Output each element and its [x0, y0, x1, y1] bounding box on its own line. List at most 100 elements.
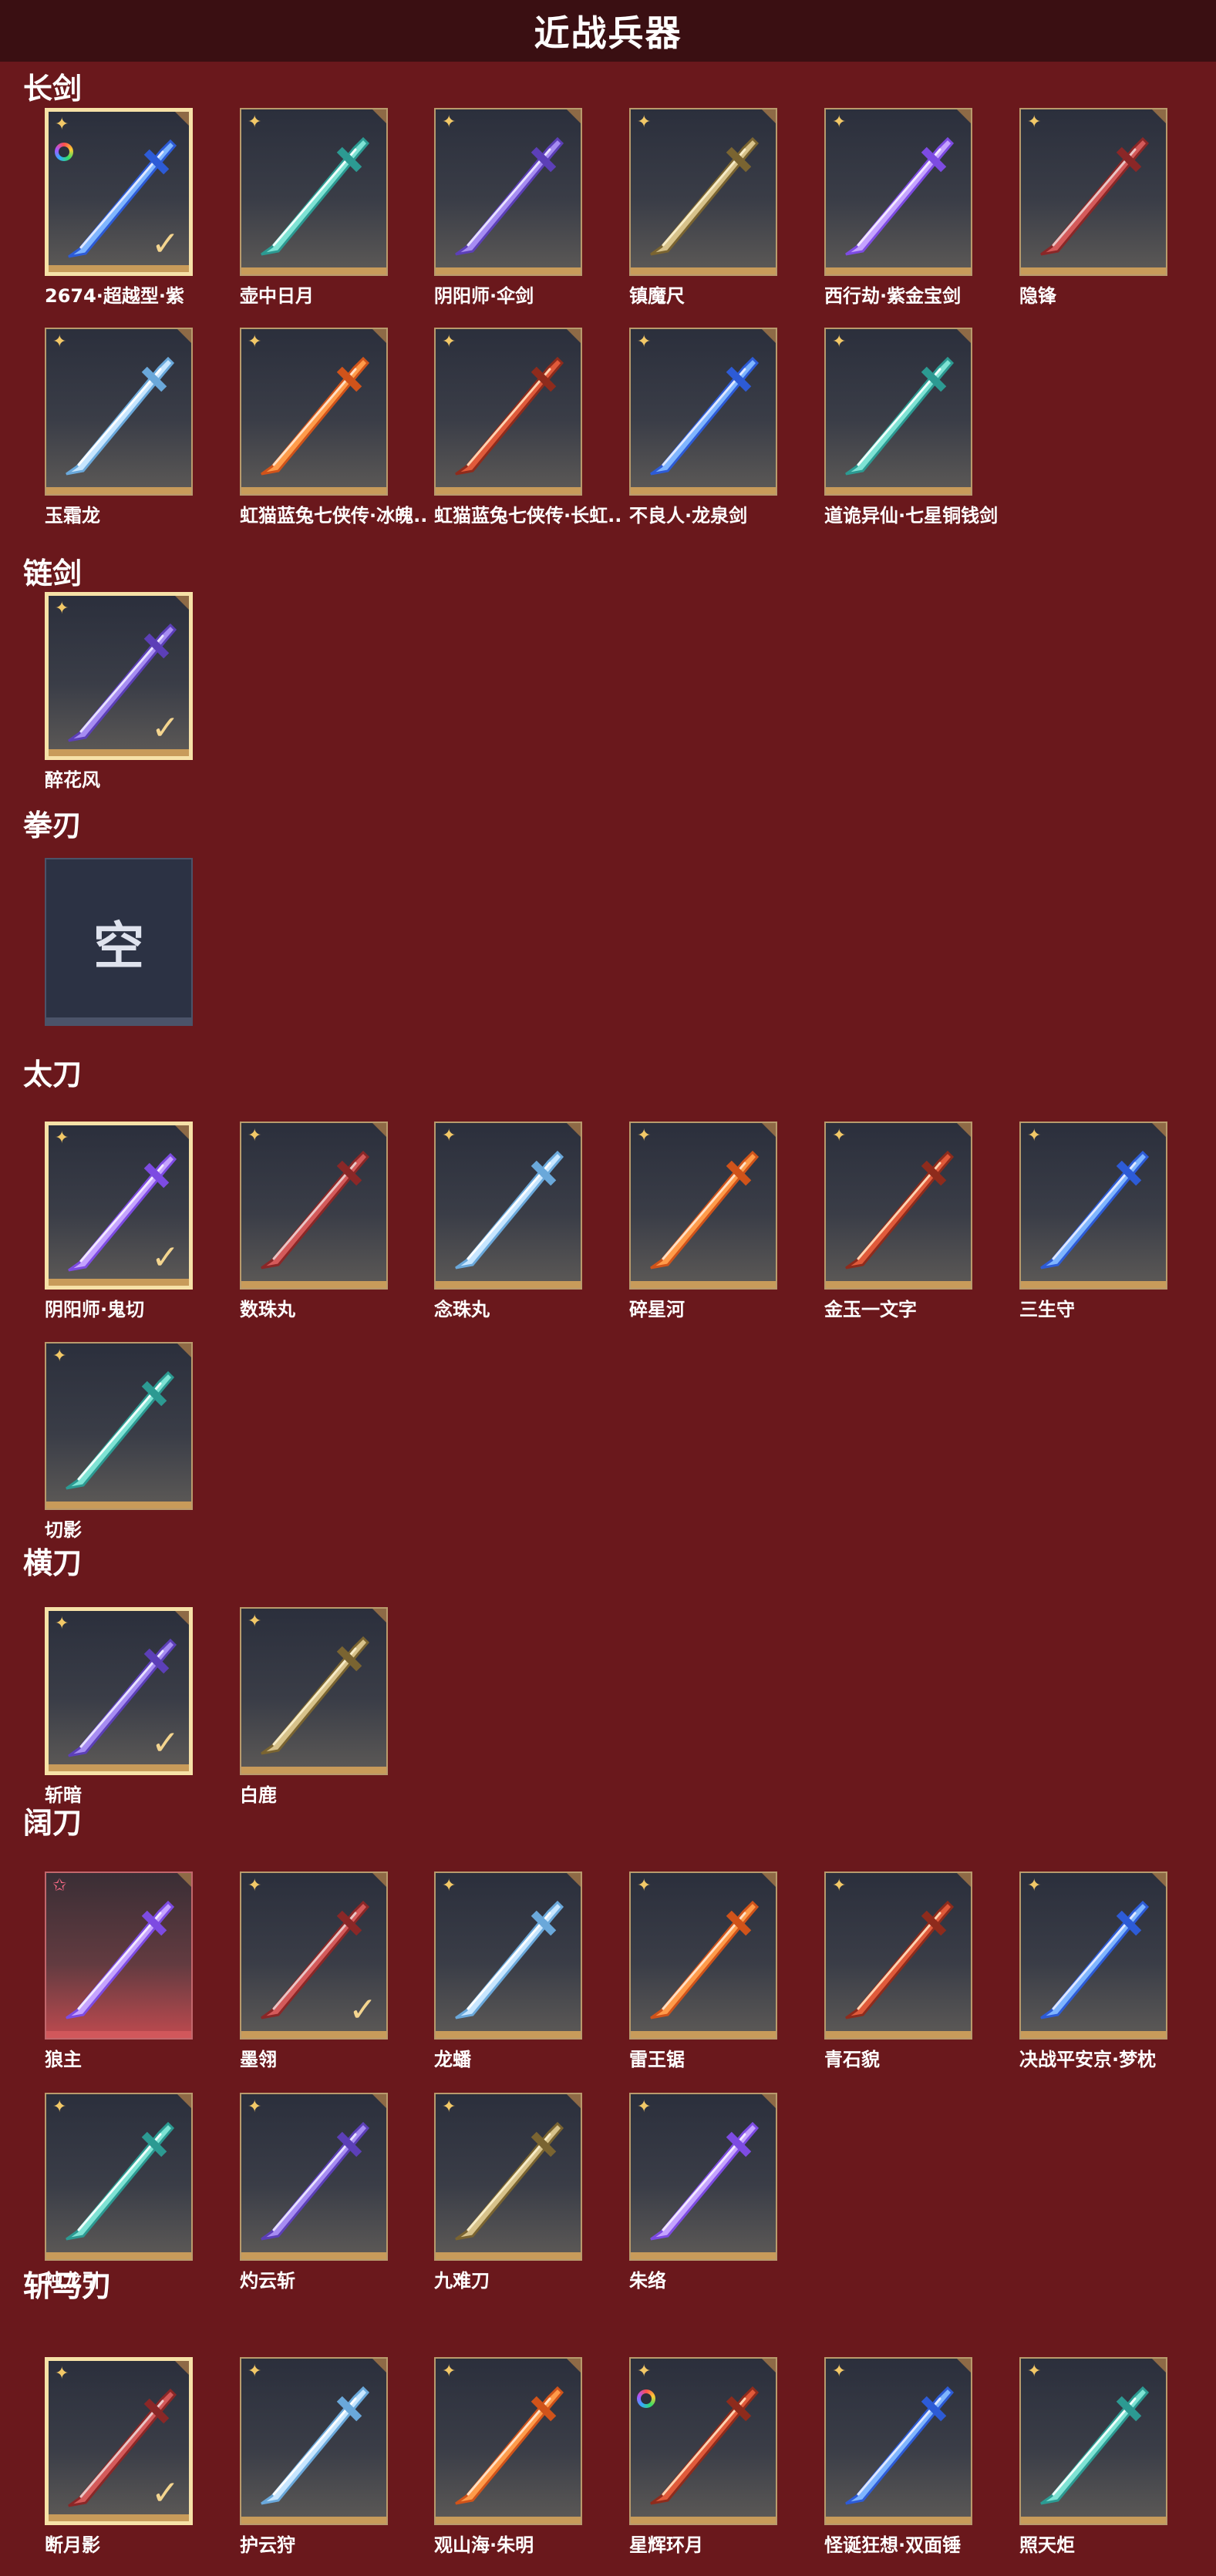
weapon-tile[interactable]: ✦	[629, 328, 777, 496]
weapon-tile[interactable]: ✦	[629, 108, 777, 276]
weapon-image	[650, 1900, 760, 2019]
corner-tab-icon	[1150, 109, 1166, 125]
star-badge-icon: ✦	[637, 332, 652, 351]
weapon-tile[interactable]: ✦	[434, 2093, 582, 2261]
weapon-card[interactable]: ✦ 阴阳师·伞剑	[434, 108, 582, 307]
weapon-name: 镇魔尺	[629, 285, 685, 307]
weapon-card[interactable]: ✦ 念珠丸	[434, 1122, 582, 1320]
weapon-tile[interactable]: ✦	[434, 1122, 582, 1290]
weapon-card[interactable]: ✦ ✓ 墨翎	[240, 1871, 388, 2070]
weapon-card[interactable]: ✦ 壶中日月	[240, 108, 388, 307]
star-badge-icon: ✦	[832, 332, 847, 351]
weapon-card[interactable]: ✦ ✓ 2674·超越型·紫	[45, 108, 193, 307]
weapon-tile[interactable]: ✦	[629, 1871, 777, 2040]
empty-slot[interactable]: 空	[45, 858, 193, 1026]
star-badge-icon: ✦	[832, 2362, 847, 2381]
weapon-card[interactable]: ✩ 狼主	[45, 1871, 193, 2070]
weapon-card[interactable]: ✦ 隐锋	[1019, 108, 1167, 307]
weapon-card[interactable]: ✦ 观山海·朱明	[434, 2357, 582, 2556]
weapon-tile[interactable]: ✦ ✓	[45, 2357, 193, 2525]
weapon-tile[interactable]: ✩	[45, 1871, 193, 2040]
weapon-tile[interactable]: ✦	[1019, 2357, 1167, 2525]
weapon-image	[261, 136, 370, 256]
section-title: 横刀	[23, 1546, 83, 1580]
weapon-card[interactable]: ✦ 决战平安京·梦枕	[1019, 1871, 1167, 2070]
weapon-card[interactable]: 空	[45, 858, 193, 1026]
weapon-tile[interactable]: ✦	[434, 2357, 582, 2525]
weapon-card[interactable]: ✦ 九难刀	[434, 2093, 582, 2292]
weapon-image	[455, 1150, 564, 1270]
weapon-card[interactable]: ✦ 龙蟠	[434, 1871, 582, 2070]
weapon-name: 断月影	[45, 2534, 100, 2556]
weapon-card[interactable]: ✦ 白鹿	[240, 1607, 388, 1806]
corner-tab-icon	[760, 109, 776, 125]
weapon-card[interactable]: ✦ 护云狩	[240, 2357, 388, 2556]
corner-tab-icon	[955, 109, 971, 125]
weapon-tile[interactable]: ✦	[1019, 1871, 1167, 2040]
weapon-card[interactable]: ✦ 金玉一文字	[824, 1122, 972, 1320]
rarity-bar	[1021, 2517, 1166, 2524]
weapon-card[interactable]: ✦ 西行劫·紫金宝剑	[824, 108, 972, 307]
corner-tab-icon	[955, 329, 971, 345]
weapon-card[interactable]: ✦ 不良人·龙泉剑	[629, 328, 777, 526]
rarity-bar	[241, 487, 386, 494]
weapon-card[interactable]: ✦ 道诡异仙·七星铜钱剑	[824, 328, 998, 526]
weapon-card[interactable]: ✦ 星辉环月	[629, 2357, 777, 2556]
weapon-card[interactable]: ✦ 青石貌	[824, 1871, 972, 2070]
weapon-card[interactable]: ✦ 灼云斩	[240, 2093, 388, 2292]
weapon-card[interactable]: ✦ ✓ 断月影	[45, 2357, 193, 2556]
weapon-card[interactable]: ✦ ✓ 斩暗	[45, 1607, 193, 1806]
weapon-tile[interactable]: ✦	[240, 1607, 388, 1775]
weapon-image	[66, 1900, 175, 2019]
weapon-card[interactable]: ✦ 碎星河	[629, 1122, 777, 1320]
weapon-tile[interactable]: ✦	[824, 1871, 972, 2040]
weapon-tile[interactable]: ✦	[45, 2093, 193, 2261]
weapon-tile[interactable]: ✦	[240, 2093, 388, 2261]
weapon-name: 怪诞狂想·双面锤	[824, 2534, 962, 2556]
star-badge-icon: ✦	[1027, 2362, 1042, 2381]
weapon-card[interactable]: ✦ 镇魔尺	[629, 108, 777, 307]
page-header: 近战兵器	[0, 0, 1216, 62]
weapon-tile[interactable]: ✦	[434, 328, 582, 496]
weapon-card[interactable]: ✦ 朱络	[629, 2093, 777, 2292]
weapon-card[interactable]: ✦ ✓ 醉花风	[45, 592, 193, 791]
weapon-card[interactable]: ✦ 切影	[45, 1342, 193, 1541]
weapon-tile[interactable]: ✦ ✓	[240, 1871, 388, 2040]
weapon-tile[interactable]: ✦	[240, 328, 388, 496]
weapon-tile[interactable]: ✦	[629, 2357, 777, 2525]
weapon-tile[interactable]: ✦	[240, 1122, 388, 1290]
weapon-card[interactable]: ✦ 虹猫蓝兔七侠传·冰魄..	[240, 328, 427, 526]
weapon-tile[interactable]: ✦	[240, 108, 388, 276]
weapon-tile[interactable]: ✦	[45, 1342, 193, 1510]
weapon-tile[interactable]: ✦	[824, 328, 972, 496]
weapon-tile[interactable]: ✦	[824, 1122, 972, 1290]
weapon-card[interactable]: ✦ 照天炬	[1019, 2357, 1167, 2556]
weapon-tile[interactable]: ✦	[434, 1871, 582, 2040]
weapon-name: 碎星河	[629, 1299, 685, 1320]
weapon-image	[650, 2121, 760, 2241]
weapon-card[interactable]: ✦ 玉霜龙	[45, 328, 193, 526]
weapon-tile[interactable]: ✦ ✓	[45, 592, 193, 760]
weapon-tile[interactable]: ✦	[1019, 108, 1167, 276]
weapon-tile[interactable]: ✦	[434, 108, 582, 276]
weapon-tile[interactable]: ✦	[240, 2357, 388, 2525]
weapon-card[interactable]: ✦ 烛龙引	[45, 2093, 193, 2292]
weapon-tile[interactable]: ✦	[45, 328, 193, 496]
weapon-tile[interactable]: ✦	[824, 108, 972, 276]
weapon-tile[interactable]: ✦	[824, 2357, 972, 2525]
weapon-tile[interactable]: ✦ ✓	[45, 108, 193, 276]
weapon-card[interactable]: ✦ 怪诞狂想·双面锤	[824, 2357, 972, 2556]
weapon-tile[interactable]: ✦ ✓	[45, 1122, 193, 1290]
weapon-tile[interactable]: ✦	[629, 2093, 777, 2261]
weapon-card[interactable]: ✦ 数珠丸	[240, 1122, 388, 1320]
weapon-tile[interactable]: ✦ ✓	[45, 1607, 193, 1775]
weapon-tile[interactable]: ✦	[1019, 1122, 1167, 1290]
weapon-card[interactable]: ✦ ✓ 阴阳师·鬼切	[45, 1122, 193, 1320]
weapon-card[interactable]: ✦ 虹猫蓝兔七侠传·长虹..	[434, 328, 621, 526]
rarity-bar	[46, 2031, 191, 2038]
weapon-card[interactable]: ✦ 三生守	[1019, 1122, 1167, 1320]
weapon-tile[interactable]: ✦	[629, 1122, 777, 1290]
weapon-card[interactable]: ✦ 雷王锯	[629, 1871, 777, 2070]
weapon-name: 念珠丸	[434, 1299, 490, 1320]
weapon-image	[261, 356, 370, 476]
